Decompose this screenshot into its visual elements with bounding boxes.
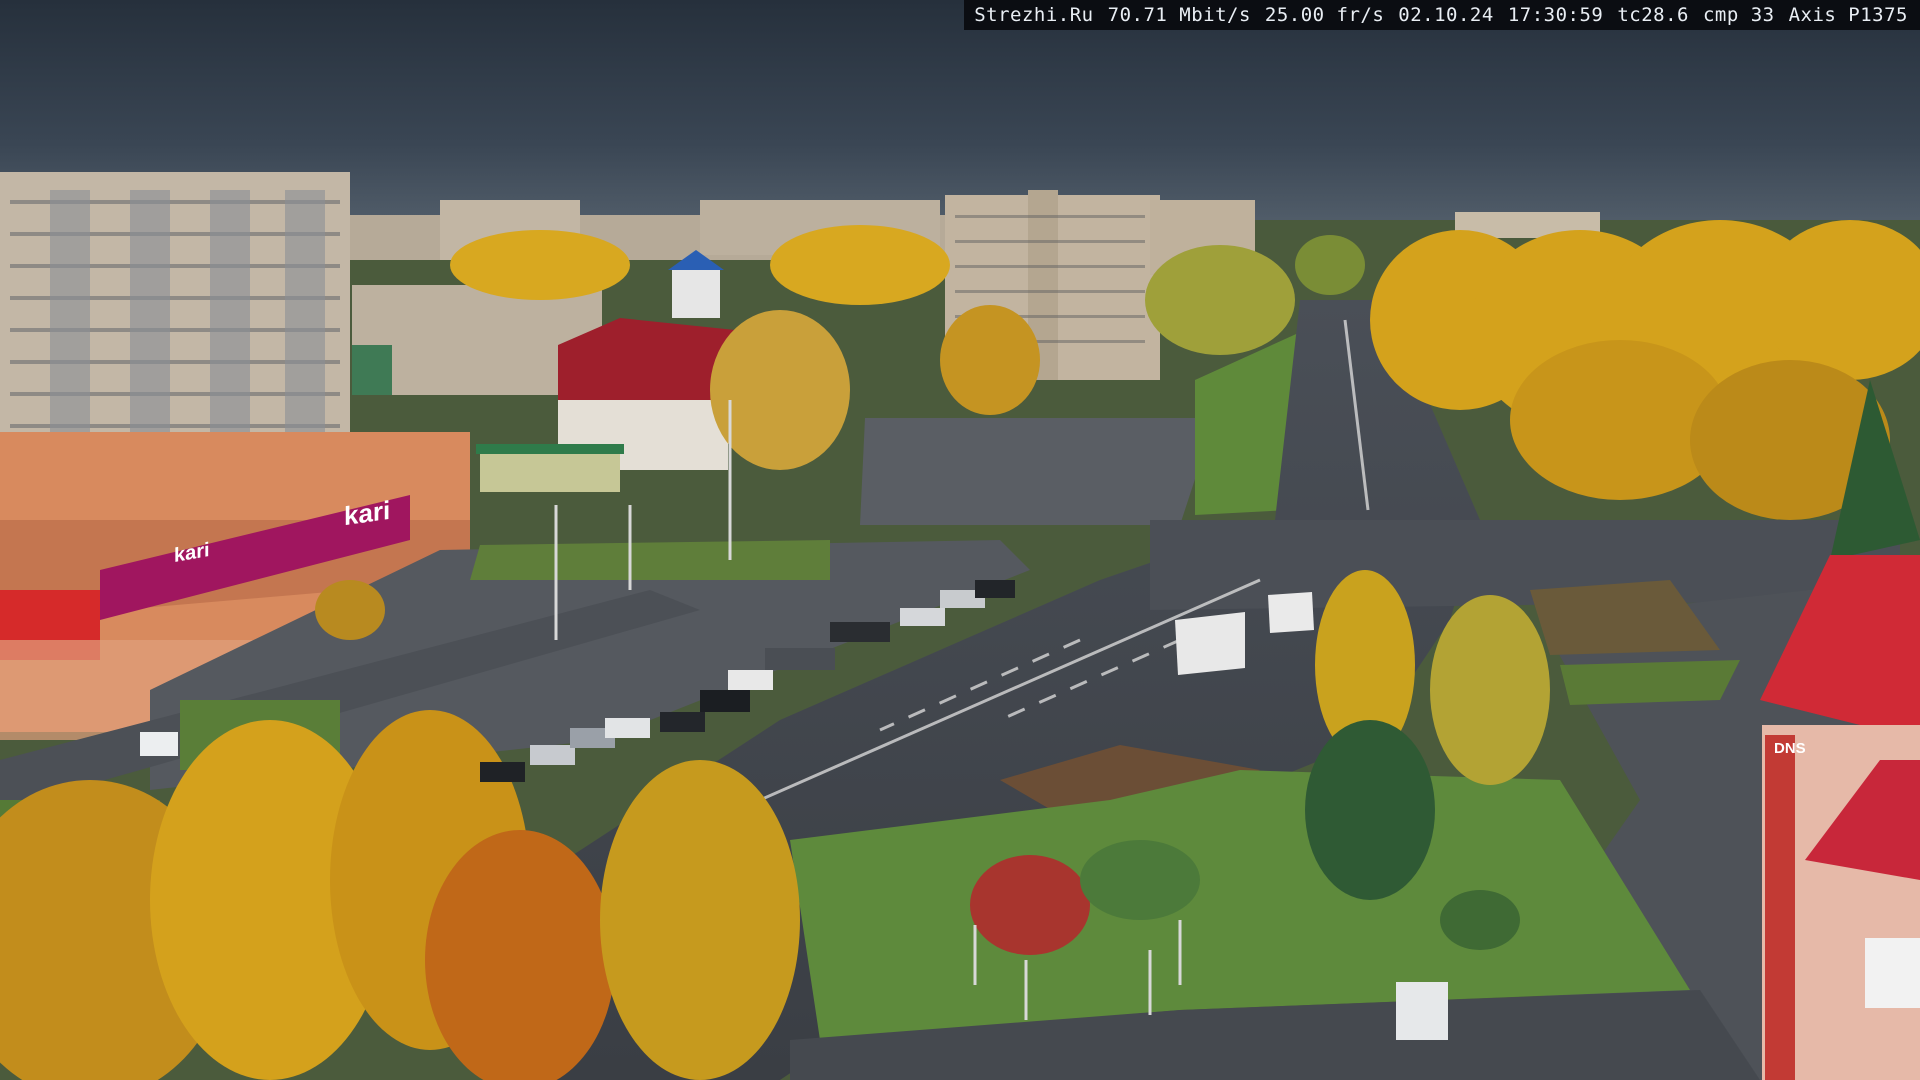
overlay-camera-model: Axis P1375 (1788, 4, 1908, 26)
green-kiosk (480, 450, 620, 492)
lawn-center (470, 540, 830, 580)
camera-info-overlay: Strezhi.Ru 70.71 Mbit/s 25.00 fr/s 02.10… (964, 0, 1920, 30)
overlay-framerate: 25.00 fr/s (1264, 4, 1385, 26)
green-kiosk-roof (476, 444, 624, 454)
overlay-time: 17:30:59 (1507, 4, 1604, 26)
overlay-cmp: cmp 33 (1702, 4, 1775, 26)
overlay-date: 02.10.24 (1398, 4, 1494, 26)
webcam-street-scene (0, 0, 1920, 1080)
overlay-bitrate: 70.71 Mbit/s (1107, 4, 1251, 26)
green-house (352, 345, 392, 395)
plaza-parking (860, 418, 1215, 525)
kari-store-sign: kari (344, 494, 391, 532)
dns-store-sign: DNS (1774, 740, 1806, 757)
overlay-tc: tc28.6 (1617, 4, 1689, 26)
flower-bed-right-2 (1560, 660, 1740, 705)
overlay-site: Strezhi.Ru (974, 4, 1094, 26)
